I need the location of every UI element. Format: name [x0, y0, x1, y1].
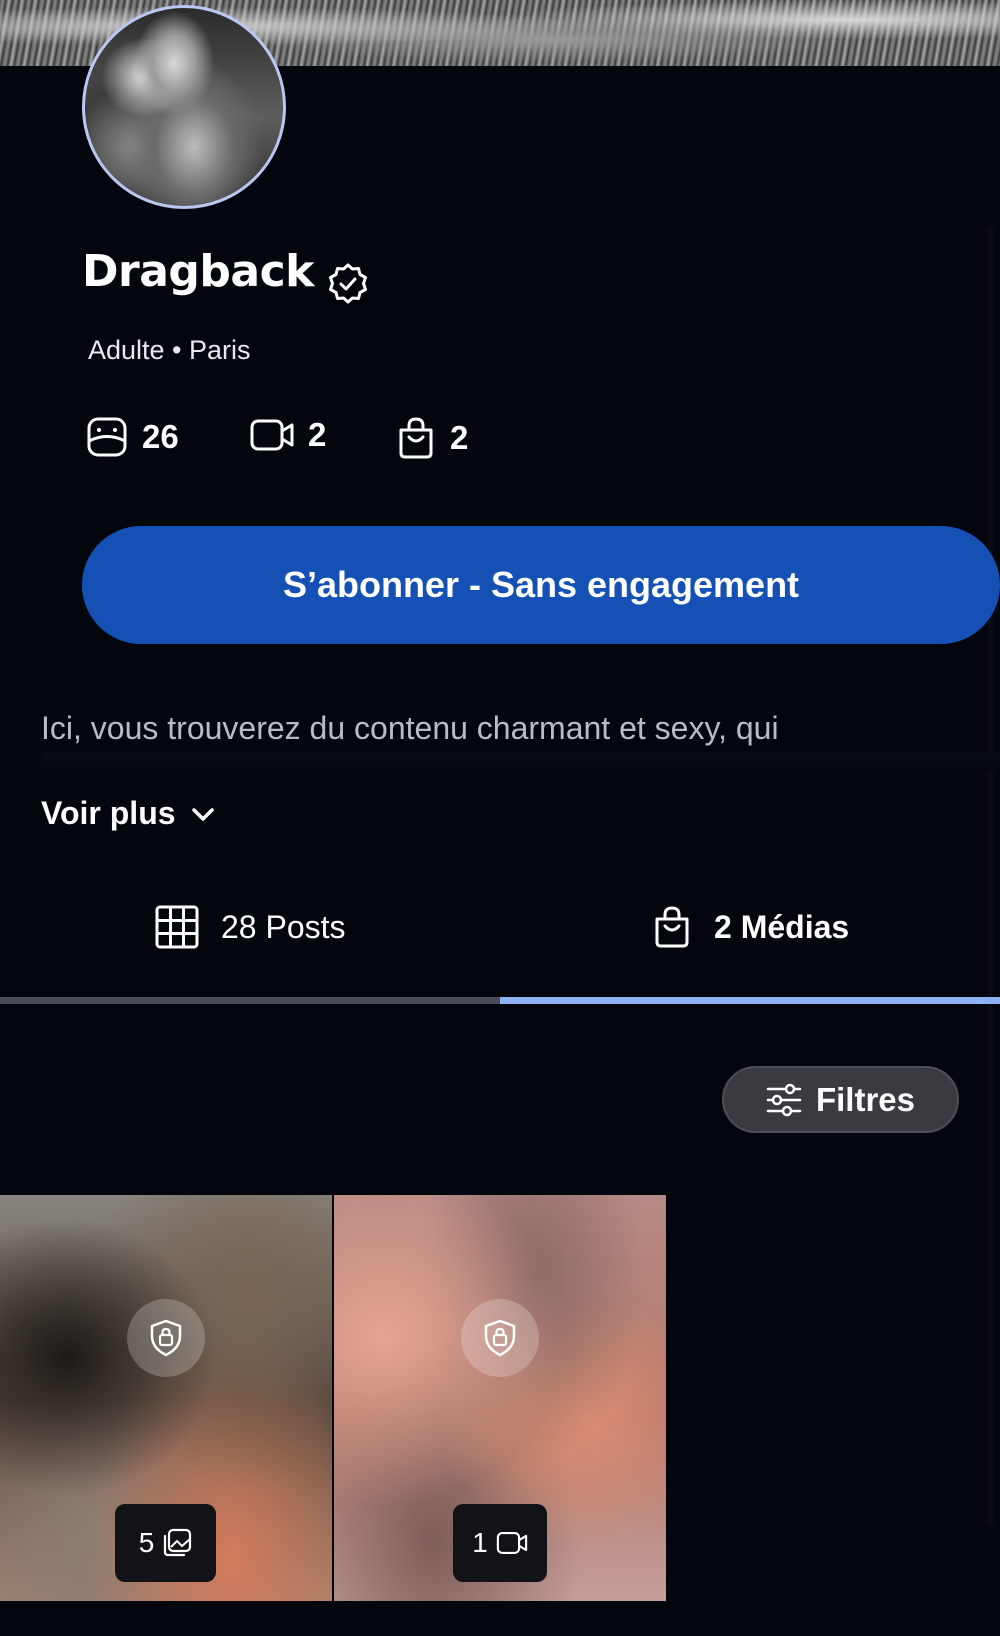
profile-name: Dragback: [82, 246, 314, 297]
bio-text: Ici, vous trouverez du contenu charmant …: [41, 710, 779, 746]
filters-label: Filtres: [815, 1080, 916, 1118]
tab-posts-label: 28 Posts: [221, 908, 346, 945]
stat-photos-value: 26: [142, 418, 179, 455]
locked-shield-icon: [127, 1299, 205, 1377]
shopping-bag-icon: [399, 417, 433, 459]
grid-icon: [155, 905, 199, 949]
stat-purchases-value: 2: [450, 419, 469, 456]
media-count-badge: 1: [453, 1504, 547, 1582]
stat-videos: 2: [250, 416, 326, 454]
gallery-icon: [164, 1528, 192, 1557]
photo-icon: [87, 417, 127, 457]
verified-badge-icon: [329, 263, 367, 304]
filters-button[interactable]: Filtres: [722, 1066, 959, 1133]
media-count-badge: 5: [115, 1504, 216, 1582]
media-count: 1: [472, 1527, 488, 1558]
chevron-down-icon: [191, 807, 214, 821]
tab-medias[interactable]: 2 Médias: [652, 905, 849, 949]
tab-medias-label: 2 Médias: [714, 908, 850, 945]
scrollbar-track: [988, 226, 993, 1526]
avatar[interactable]: [82, 5, 286, 209]
stat-photos: 26: [86, 416, 179, 458]
media-card[interactable]: 5: [0, 1195, 332, 1601]
subscribe-button[interactable]: S’abonner - Sans engagement: [82, 526, 1000, 644]
media-card[interactable]: 1: [334, 1195, 666, 1601]
profile-page: Dragback Adulte • Paris 26 2 2 S’abonner…: [0, 0, 1000, 1636]
see-more-label: Voir plus: [41, 795, 176, 831]
tab-posts[interactable]: 28 Posts: [155, 905, 346, 949]
active-tab-indicator: [500, 997, 1000, 1004]
stat-videos-value: 2: [308, 416, 327, 453]
shopping-bag-icon: [655, 906, 689, 948]
bio-fade: [41, 752, 1000, 770]
media-count: 5: [138, 1527, 155, 1558]
profile-meta: Adulte • Paris: [88, 335, 251, 365]
sliders-icon: [766, 1083, 802, 1116]
locked-shield-icon: [461, 1299, 539, 1377]
video-icon: [496, 1532, 527, 1554]
stat-purchases: 2: [396, 416, 468, 460]
video-icon: [250, 419, 294, 451]
see-more-button[interactable]: Voir plus: [41, 795, 216, 832]
